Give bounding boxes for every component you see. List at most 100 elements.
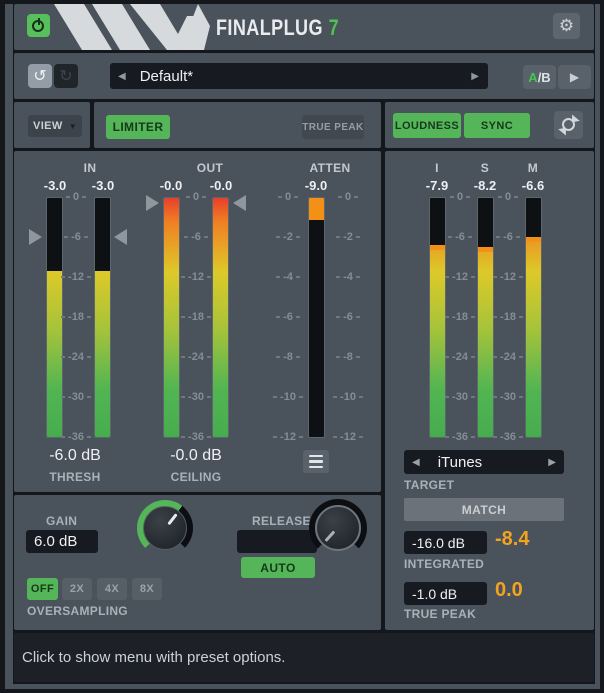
redo-button[interactable]: ↻ (54, 64, 78, 88)
loudness-reset-button[interactable] (554, 111, 583, 139)
release-auto-toggle[interactable]: AUTO (241, 557, 315, 578)
sync-refresh-icon (561, 117, 577, 133)
thresh-value[interactable]: -6.0 dB (15, 447, 135, 465)
ceiling-marker-right[interactable] (233, 195, 246, 211)
auto-label: AUTO (260, 561, 295, 575)
atten-scale-left: 0-2 -4-6 -8-10 -12 (272, 189, 304, 445)
target-next-icon[interactable]: ▶ (548, 457, 556, 468)
target-label: TARGET (404, 478, 454, 492)
power-icon (31, 18, 46, 33)
loudness-label: LOUDNESS (395, 120, 459, 132)
thresh-label: THRESH (15, 470, 135, 484)
view-dropdown[interactable]: VIEW ▼ (28, 115, 82, 137)
top-bar: FINALPLUG 7 ⚙ (14, 4, 594, 50)
preset-selector[interactable]: ◀ Default* ▶ (110, 63, 488, 89)
atten-meter (308, 197, 325, 438)
frame-right (595, 4, 600, 689)
true-peak-label: TRUE PEAK (404, 607, 476, 621)
settings-button[interactable]: ⚙ (553, 13, 580, 39)
out-meter-left (163, 197, 180, 438)
gear-icon: ⚙ (559, 16, 574, 36)
out-meter-header: OUT (170, 161, 250, 175)
atten-meter-header: ATTEN (290, 161, 370, 175)
oversampling-8x-label: 8X (140, 583, 154, 595)
status-bar[interactable]: Click to show menu with preset options. (14, 633, 594, 682)
preset-next-icon[interactable]: ▶ (471, 71, 479, 82)
view-box: VIEW ▼ (14, 102, 90, 148)
ism-scale-right: 0-6 -12-18 -24-30 -36 (492, 189, 524, 445)
m-meter-header: M (503, 161, 563, 175)
ceiling-label: CEILING (136, 470, 256, 484)
integrated-readout: -8.4 (495, 528, 529, 551)
release-knob[interactable] (309, 499, 367, 557)
status-text: Click to show menu with preset options. (22, 649, 285, 666)
loudness-panel: I S M -7.9 -8.2 -6.6 0-6 -12-18 -24-30 -… (385, 151, 594, 630)
in-meter-scale: 0-6 -12-18 -24-30 -36 (60, 189, 92, 445)
target-value: iTunes (438, 454, 482, 471)
true-peak-value: -1.0 dB (412, 586, 457, 602)
ceiling-value[interactable]: -0.0 dB (136, 447, 256, 465)
target-prev-icon[interactable]: ◀ (412, 457, 420, 468)
wave-arts-logo (54, 4, 212, 50)
loudness-box: LOUDNESS SYNC (385, 102, 594, 148)
oversampling-off-label: OFF (31, 583, 54, 595)
preset-row: ↺ ↻ ◀ Default* ▶ A/B ▶ (14, 53, 594, 99)
integrated-value: -16.0 dB (412, 535, 465, 551)
sync-toggle[interactable]: SYNC (464, 113, 530, 138)
ab-compare-button[interactable]: A/B (523, 65, 556, 89)
gain-knob[interactable] (137, 500, 193, 556)
match-label: MATCH (462, 503, 506, 517)
limiter-box: LIMITER TRUE PEAK (94, 102, 381, 148)
out-meter-right (212, 197, 229, 438)
limiter-label: LIMITER (113, 120, 164, 134)
gain-label: GAIN (46, 514, 77, 528)
chevron-down-icon: ▼ (69, 122, 77, 131)
match-button[interactable]: MATCH (404, 498, 564, 521)
preset-name: Default* (140, 68, 193, 85)
gain-input[interactable]: 6.0 dB (26, 530, 98, 553)
integrated-label: INTEGRATED (404, 557, 484, 571)
true-peak-toggle[interactable]: TRUE PEAK (302, 115, 364, 139)
integrated-input[interactable]: -16.0 dB (404, 531, 487, 554)
oversampling-4x-label: 4X (105, 583, 119, 595)
oversampling-label: OVERSAMPLING (27, 604, 128, 618)
thresh-marker-left[interactable] (29, 229, 42, 245)
true-peak-readout: 0.0 (495, 579, 523, 602)
title-text: FINALPLUG (216, 15, 323, 41)
menu-icon (309, 455, 323, 469)
oversampling-2x-button[interactable]: 2X (62, 578, 92, 600)
sync-label: SYNC (481, 120, 513, 132)
atten-menu-button[interactable] (303, 450, 329, 473)
loudness-toggle[interactable]: LOUDNESS (393, 113, 461, 138)
oversampling-8x-button[interactable]: 8X (132, 578, 162, 600)
frame-left (5, 4, 13, 689)
ab-label-a: A (528, 70, 537, 85)
dynamics-panel: GAIN 6.0 dB RELEASE AUTO OFF 2X (14, 495, 381, 630)
thresh-marker-right[interactable] (114, 229, 127, 245)
undo-button[interactable]: ↺ (28, 64, 52, 88)
ism-scale-left: 0-6 -12-18 -24-30 -36 (444, 189, 476, 445)
true-peak-input[interactable]: -1.0 dB (404, 582, 487, 605)
power-button[interactable] (27, 14, 50, 37)
play-icon: ▶ (570, 70, 579, 84)
target-selector[interactable]: ◀ iTunes ▶ (404, 450, 564, 474)
oversampling-4x-button[interactable]: 4X (97, 578, 127, 600)
title-version: 7 (329, 15, 339, 41)
limiter-toggle[interactable]: LIMITER (106, 115, 170, 139)
view-label: VIEW (33, 120, 63, 132)
preset-prev-icon[interactable]: ◀ (118, 71, 126, 82)
frame-bottom (5, 684, 599, 689)
undo-icon: ↺ (33, 66, 46, 86)
oversampling-off-button[interactable]: OFF (27, 578, 58, 600)
ab-label-b: /B (538, 70, 551, 85)
ceiling-marker-left[interactable] (146, 195, 159, 211)
meters-panel: IN OUT ATTEN -3.0 -3.0 -0.0 -0.0 -9.0 0-… (14, 151, 381, 492)
oversampling-2x-label: 2X (70, 583, 84, 595)
plugin-window: FINALPLUG 7 ⚙ ↺ ↻ ◀ Default* ▶ A/B ▶ VIE… (0, 0, 604, 693)
momentary-meter (525, 197, 542, 438)
release-input[interactable] (237, 530, 317, 553)
plugin-title: FINALPLUG 7 (216, 15, 339, 41)
redo-icon: ↻ (59, 66, 72, 86)
preset-play-button[interactable]: ▶ (558, 65, 591, 89)
in-meter-header: IN (50, 161, 130, 175)
